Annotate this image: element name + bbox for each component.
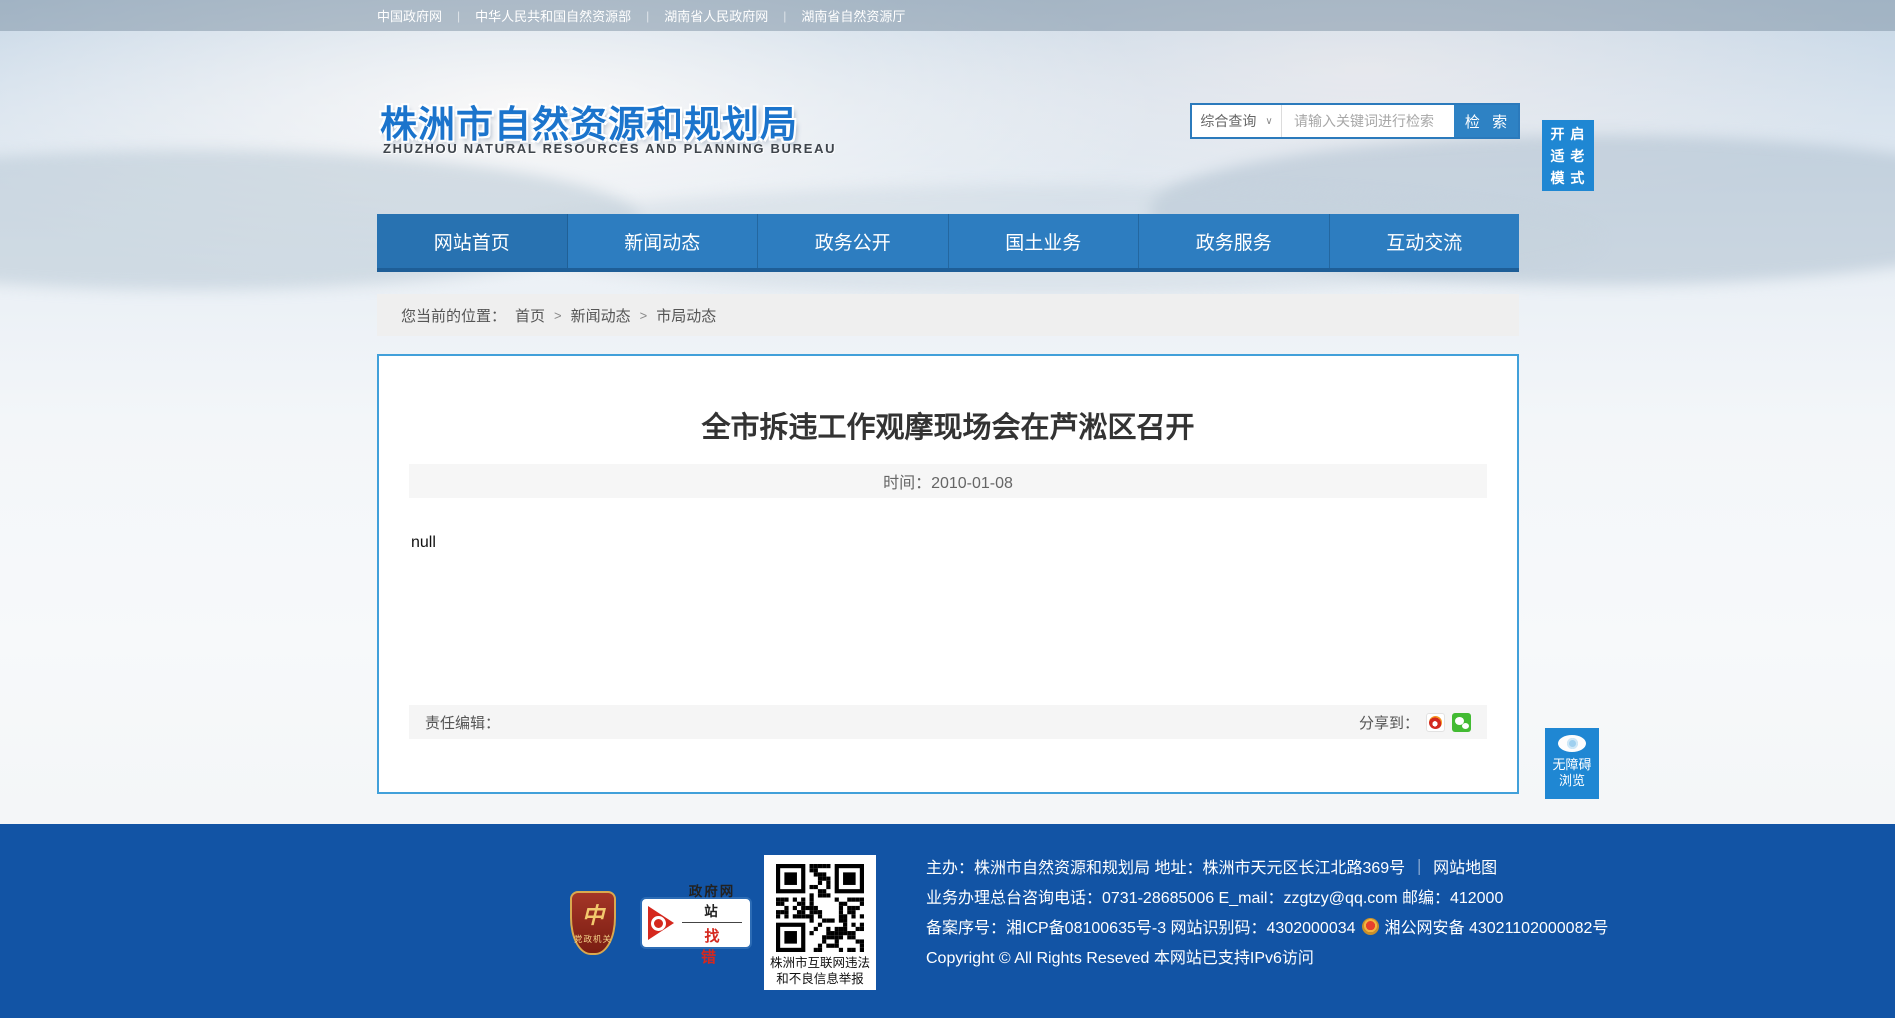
wechat-share-icon[interactable] (1452, 713, 1471, 732)
public-security-record-link[interactable]: 湘公网安备 43021102000082号 (1385, 914, 1609, 938)
nav-item-news[interactable]: 新闻动态 (568, 214, 759, 268)
police-badge-icon (1362, 918, 1379, 935)
article-date: 时间：2010-01-08 (883, 469, 1013, 493)
eye-icon (1558, 735, 1586, 752)
party-badge-label: 党政机关 (572, 933, 614, 945)
search-category-select[interactable]: 综合查询 ∨ (1192, 105, 1282, 137)
breadcrumb: 您当前的位置： 首页 > 新闻动态 > 市局动态 (377, 294, 1519, 336)
search-category-value: 综合查询 (1200, 111, 1256, 131)
nav-item-gov-service[interactable]: 政务服务 (1139, 214, 1330, 268)
qr-caption: 株洲市互联网违法 和不良信息举报 (764, 955, 876, 987)
footer-contact: 业务办理总台咨询电话：0731-28685006 E_mail：zzgtzy@q… (926, 884, 1503, 908)
find-badge-line1: 政府网站 (682, 880, 742, 923)
main-nav: 网站首页 新闻动态 政务公开 国土业务 政务服务 互动交流 (377, 214, 1519, 272)
nav-item-home[interactable]: 网站首页 (377, 214, 568, 268)
accessibility-label: 无障碍 浏览 (1545, 757, 1599, 789)
toplink-hunan-natural-resources[interactable]: 湖南省自然资源厅 (801, 6, 905, 25)
share-group: 分享到： (1359, 712, 1471, 733)
party-badge-emblem: 中 (572, 898, 614, 930)
nav-item-land-business[interactable]: 国土业务 (949, 214, 1140, 268)
article-panel: 全市拆违工作观摩现场会在芦淞区召开 时间：2010-01-08 null 责任编… (377, 354, 1519, 794)
site-logo-subtitle: ZHUZHOU NATURAL RESOURCES AND PLANNING B… (383, 141, 836, 156)
breadcrumb-home[interactable]: 首页 (515, 305, 545, 326)
search-input[interactable] (1282, 105, 1454, 137)
footer-line-4: Copyright © All Rights Reseved 本网站已支持IPv… (926, 941, 1608, 971)
breadcrumb-news[interactable]: 新闻动态 (571, 305, 631, 326)
footer-line-1: 主办：株洲市自然资源和规划局 地址：株洲市天元区长江北路369号 ｜ 网站地图 (926, 851, 1608, 881)
footer-text-block: 主办：株洲市自然资源和规划局 地址：株洲市天元区长江北路369号 ｜ 网站地图 … (926, 851, 1608, 971)
search-button[interactable]: 检 索 (1454, 105, 1518, 137)
report-qr-card: 株洲市互联网违法 和不良信息举报 (764, 855, 876, 990)
chevron-down-icon: ∨ (1265, 116, 1272, 127)
article-title: 全市拆违工作观摩现场会在芦淞区召开 (379, 404, 1517, 446)
divider: | (783, 9, 786, 23)
search-bar: 综合查询 ∨ 检 索 (1190, 103, 1520, 139)
site-logo-title[interactable]: 株洲市自然资源和规划局 (380, 94, 798, 148)
magnifier-flag-icon (648, 906, 676, 940)
find-badge-line2: 找 错 (682, 923, 742, 967)
elder-mode-button[interactable]: 开 启 适 老 模 式 (1542, 120, 1594, 191)
divider: | (457, 9, 460, 23)
breadcrumb-bureau-news[interactable]: 市局动态 (656, 305, 716, 326)
breadcrumb-separator: > (640, 308, 648, 323)
footer-line-2: 业务办理总台咨询电话：0731-28685006 E_mail：zzgtzy@q… (926, 881, 1608, 911)
toplink-hunan-gov[interactable]: 湖南省人民政府网 (664, 6, 768, 25)
nav-item-interaction[interactable]: 互动交流 (1330, 214, 1520, 268)
article-date-bar: 时间：2010-01-08 (409, 464, 1487, 498)
accessibility-button[interactable]: 无障碍 浏览 (1545, 728, 1599, 799)
breadcrumb-label: 您当前的位置： (401, 305, 506, 326)
divider: | (646, 9, 649, 23)
toplink-china-gov[interactable]: 中国政府网 (377, 6, 442, 25)
website-error-report-badge[interactable]: 政府网站 找 错 (640, 897, 752, 949)
sitemap-link[interactable]: 网站地图 (1433, 854, 1497, 878)
find-badge-texts: 政府网站 找 错 (682, 880, 742, 967)
toplink-ministry-natural-resources[interactable]: 中华人民共和国自然资源部 (475, 6, 631, 25)
editor-label: 责任编辑： (425, 712, 500, 733)
article-footer-bar: 责任编辑： 分享到： (409, 705, 1487, 739)
share-label: 分享到： (1359, 712, 1419, 733)
article-content: null (411, 534, 436, 552)
party-government-badge[interactable]: 中 党政机关 (570, 891, 616, 955)
weibo-share-icon[interactable] (1426, 713, 1445, 732)
nav-item-gov-info[interactable]: 政务公开 (758, 214, 949, 268)
breadcrumb-separator: > (554, 308, 562, 323)
footer-host-address: 主办：株洲市自然资源和规划局 地址：株洲市天元区长江北路369号 (926, 854, 1405, 878)
qr-code (776, 864, 864, 952)
top-links-bar: 中国政府网 | 中华人民共和国自然资源部 | 湖南省人民政府网 | 湖南省自然资… (0, 0, 1895, 31)
footer-line-3: 备案序号：湘ICP备08100635号-3 网站识别码：4302000034 湘… (926, 911, 1608, 941)
footer-icp: 备案序号：湘ICP备08100635号-3 网站识别码：4302000034 (926, 914, 1356, 938)
footer: 中 党政机关 政府网站 找 错 株洲市互联网违法 和不良信息举报 主办：株洲市自… (0, 824, 1895, 1018)
divider: ｜ (1411, 854, 1427, 878)
footer-copyright: Copyright © All Rights Reseved 本网站已支持IPv… (926, 944, 1314, 968)
